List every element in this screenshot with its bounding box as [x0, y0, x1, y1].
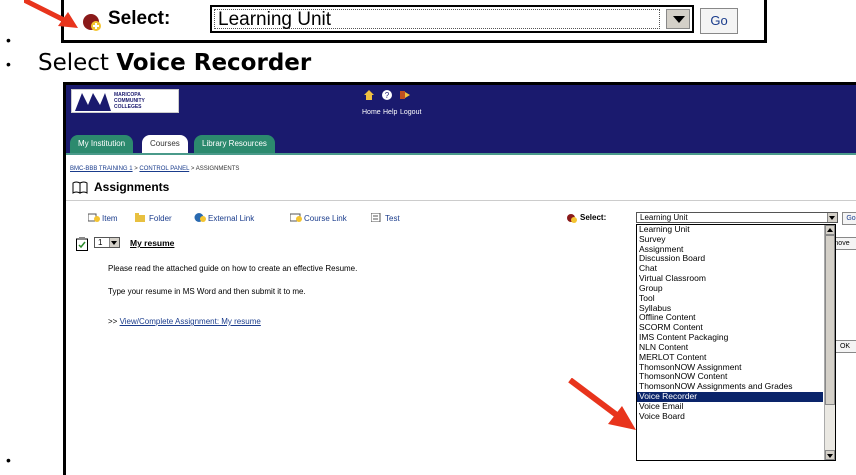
bullet-2: •	[6, 56, 11, 72]
test-icon	[371, 213, 381, 222]
item-icon	[88, 213, 100, 222]
order-value: 1	[98, 238, 103, 247]
pointer-arrow-icon	[568, 378, 636, 430]
zoomed-select-toolbar: Select: Learning Unit Go	[61, 0, 767, 43]
globe-icon	[194, 213, 206, 222]
tab-library-resources[interactable]: Library Resources	[194, 135, 275, 153]
add-folder-button[interactable]: Folder	[135, 213, 172, 223]
dropdown-option[interactable]: Virtual Classroom	[637, 273, 823, 284]
scroll-down-icon[interactable]	[825, 450, 835, 460]
content-type-dropdown-list[interactable]: Learning Unit Survey Assignment Discussion …	[636, 224, 836, 461]
logo-line-3: COLLEGES	[114, 104, 142, 110]
book-icon	[72, 181, 88, 194]
dropdown-option[interactable]: Discussion Board	[637, 254, 823, 264]
order-select[interactable]: 1	[94, 237, 120, 248]
breadcrumb: BMC-BBB TRAINING 1 > CONTROL PANEL > ASS…	[70, 166, 239, 172]
tab-my-institution[interactable]: My Institution	[70, 135, 134, 153]
scroll-thumb[interactable]	[825, 235, 835, 405]
help-link[interactable]: Help	[383, 109, 397, 116]
breadcrumb-course[interactable]: BMC-BBB TRAINING 1	[70, 166, 133, 172]
home-link[interactable]: Home	[362, 109, 381, 116]
select-value: Learning Unit	[640, 213, 688, 222]
zoom-go-button[interactable]: Go	[700, 8, 738, 34]
header-divider	[66, 200, 856, 201]
tab-divider	[66, 153, 856, 155]
content-type-select[interactable]: Learning Unit	[636, 212, 838, 223]
tab-courses[interactable]: Courses	[142, 135, 188, 153]
scroll-up-icon[interactable]	[825, 225, 835, 235]
add-course-link-button[interactable]: Course Link	[290, 213, 347, 223]
zoom-select-value: Learning Unit	[218, 9, 332, 30]
chevron-down-icon[interactable]	[827, 213, 837, 222]
assignment-icon	[76, 237, 88, 251]
link-prefix: >>	[108, 317, 120, 326]
external-link-label: External Link	[208, 214, 255, 223]
add-item-label: Item	[102, 214, 118, 223]
add-item-button[interactable]: Item	[88, 213, 118, 223]
maricopa-m-icon	[75, 93, 111, 111]
page-title: Assignments	[94, 180, 170, 194]
add-external-link-button[interactable]: External Link	[194, 213, 254, 223]
zoom-content-type-select[interactable]: Learning Unit	[210, 5, 694, 33]
home-icon[interactable]	[364, 90, 374, 100]
instruction-target: Voice Recorder	[116, 50, 312, 76]
breadcrumb-current: ASSIGNMENTS	[195, 166, 240, 172]
course-link-label: Course Link	[304, 214, 347, 223]
tab-bar: My Institution Courses Library Resources	[66, 131, 856, 153]
maricopa-logo: MARICOPA COMMUNITY COLLEGES	[71, 89, 179, 113]
instruction-text: Select Voice Recorder	[38, 50, 311, 76]
chevron-down-icon[interactable]	[109, 238, 119, 247]
add-folder-label: Folder	[149, 214, 172, 223]
dropdown-options: Learning Unit Survey Assignment Discussion …	[637, 224, 823, 422]
add-test-label: Test	[385, 214, 400, 223]
site-header: MARICOPA COMMUNITY COLLEGES ? Home Help Lo…	[66, 85, 856, 131]
add-test-button[interactable]: Test	[371, 213, 400, 223]
dropdown-scrollbar[interactable]	[824, 225, 835, 460]
dropdown-option[interactable]: Voice Board	[637, 411, 823, 422]
pointer-arrow-icon	[24, 0, 78, 28]
add-content-icon	[567, 214, 577, 223]
bullet-3: •	[6, 452, 11, 468]
assignment-description-1: Please read the attached guide on how to…	[108, 264, 358, 273]
bullet-1: •	[6, 32, 11, 48]
select-label: Select:	[580, 213, 607, 222]
zoom-select-label: Select:	[108, 8, 171, 29]
instruction-prefix: Select	[38, 50, 117, 76]
add-content-icon	[83, 14, 101, 31]
assignment-title-link[interactable]: My resume	[130, 238, 174, 248]
view-assignment-row: >> View/Complete Assignment: My resume	[108, 317, 261, 326]
logout-icon[interactable]	[400, 90, 410, 100]
help-icon[interactable]: ?	[382, 90, 392, 100]
logout-link[interactable]: Logout	[400, 109, 421, 116]
go-button[interactable]: Go	[842, 212, 856, 225]
view-assignment-link[interactable]: View/Complete Assignment: My resume	[120, 317, 261, 326]
breadcrumb-control-panel[interactable]: CONTROL PANEL	[139, 166, 189, 172]
course-link-icon	[290, 213, 302, 222]
dropdown-option[interactable]: Group	[637, 283, 823, 294]
course-page-screenshot: MARICOPA COMMUNITY COLLEGES ? Home Help Lo…	[63, 82, 856, 475]
folder-icon	[135, 213, 145, 222]
chevron-down-icon[interactable]	[666, 9, 690, 29]
svg-text:?: ?	[385, 91, 390, 100]
assignment-description-2: Type your resume in MS Word and then sub…	[108, 287, 306, 296]
